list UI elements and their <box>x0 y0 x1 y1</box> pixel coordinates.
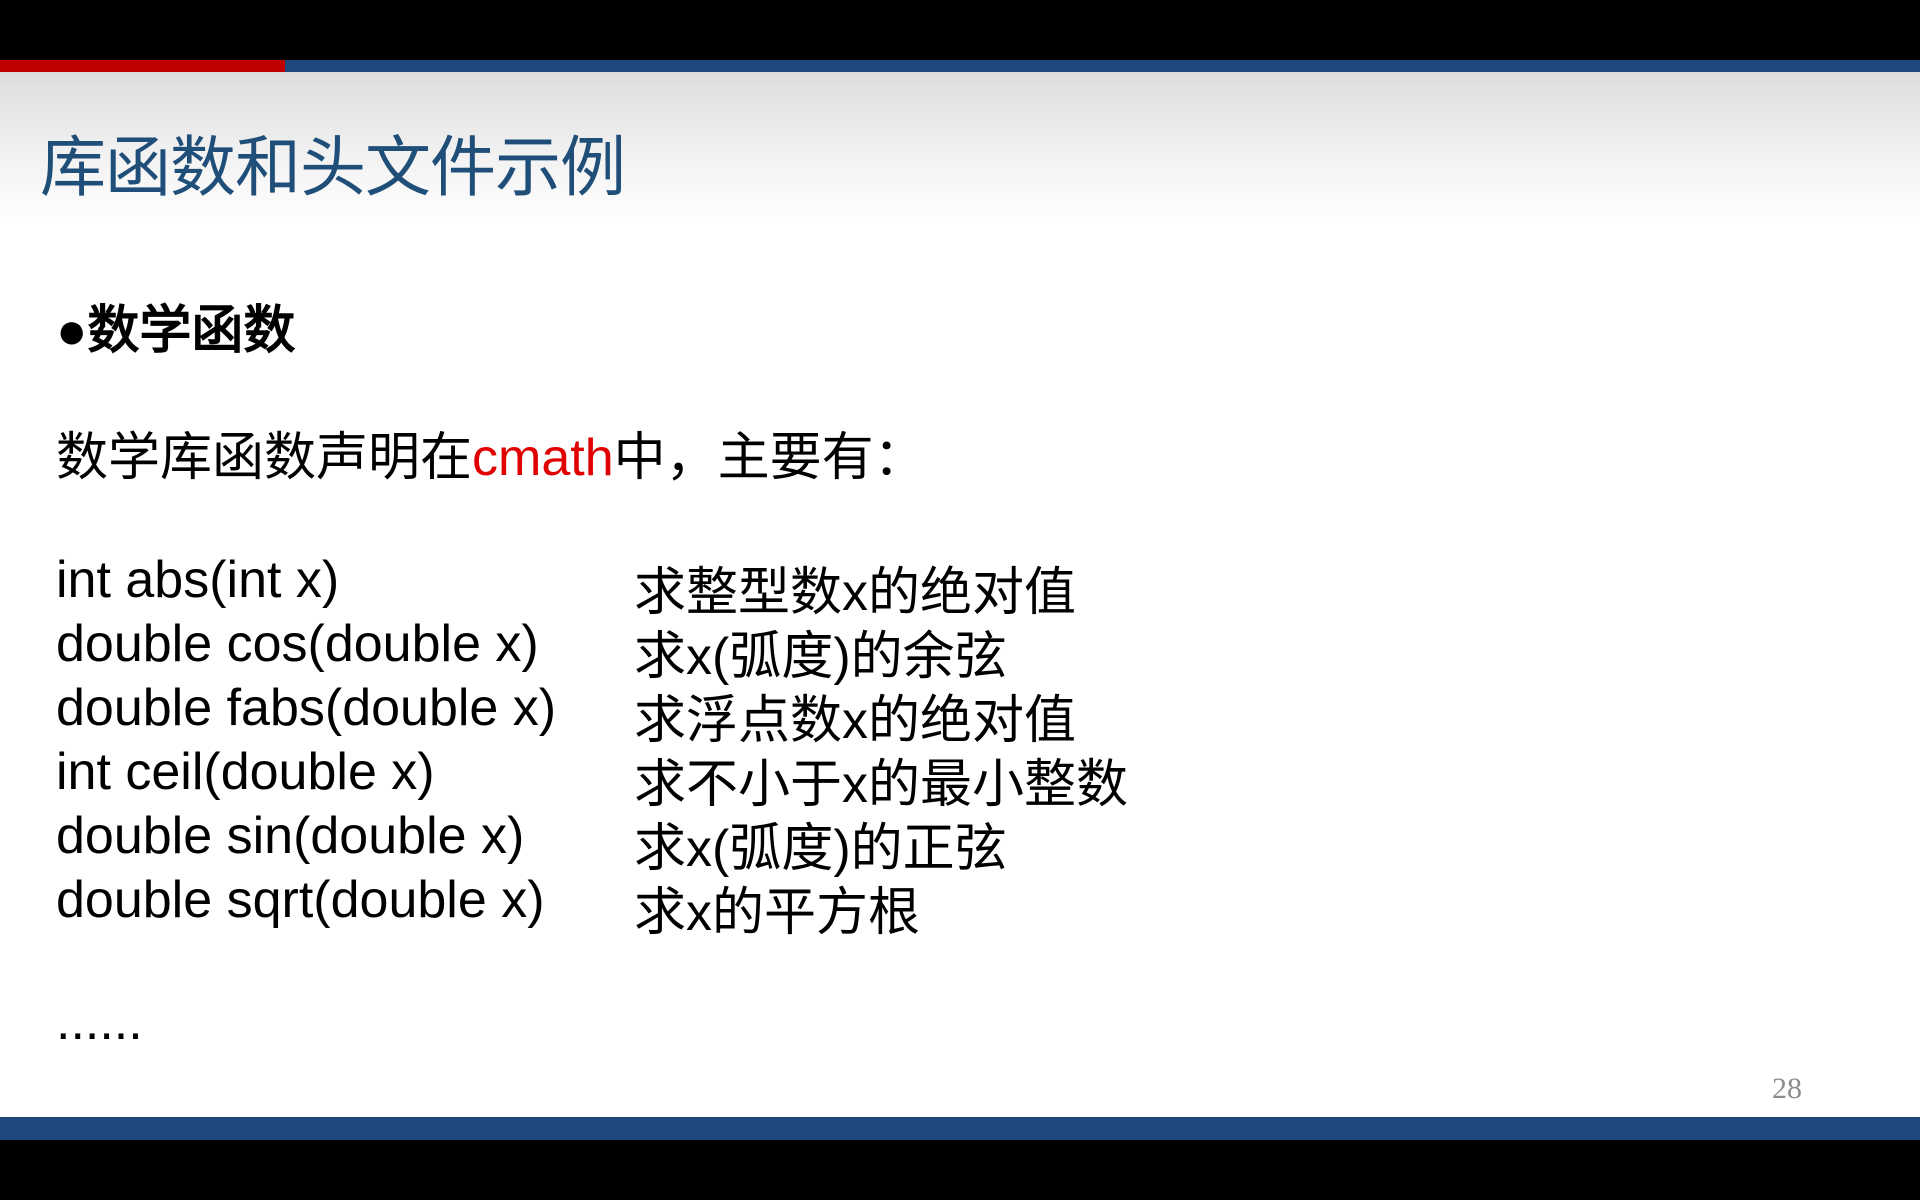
top-bar-red-segment <box>0 60 285 72</box>
bullet-icon: ● <box>56 302 88 360</box>
title-band: 库函数和头文件示例 <box>0 72 1920 224</box>
section-heading-text: 数学函数 <box>87 302 296 360</box>
slide-title: 库函数和头文件示例 <box>40 130 626 204</box>
function-description: 求x的平方根 <box>634 884 921 942</box>
top-bar-blue-segment <box>285 60 1920 72</box>
function-signature: double fabs(double x) <box>56 679 557 737</box>
function-signature: int abs(int x) <box>56 551 340 609</box>
bottom-bar <box>0 1117 1920 1140</box>
page-number: 28 <box>1772 1072 1802 1105</box>
intro-text-before: 数学库函数声明在 <box>56 429 473 487</box>
slide: 库函数和头文件示例 ●数学函数 数学库函数声明在cmath中，主要有： int … <box>0 60 1920 1140</box>
intro-keyword: cmath <box>472 429 614 487</box>
function-signature: double sqrt(double x) <box>56 871 545 929</box>
intro-text-after: 中，主要有： <box>613 429 926 487</box>
function-signature: double cos(double x) <box>56 615 539 673</box>
top-accent-bar <box>0 60 1920 72</box>
function-signature: double sin(double x) <box>56 807 525 865</box>
intro-line: 数学库函数声明在cmath中，主要有： <box>56 415 926 490</box>
function-signature: int ceil(double x) <box>56 743 435 801</box>
section-heading: ●数学函数 <box>56 288 295 363</box>
ellipsis: ...... <box>56 993 143 1051</box>
